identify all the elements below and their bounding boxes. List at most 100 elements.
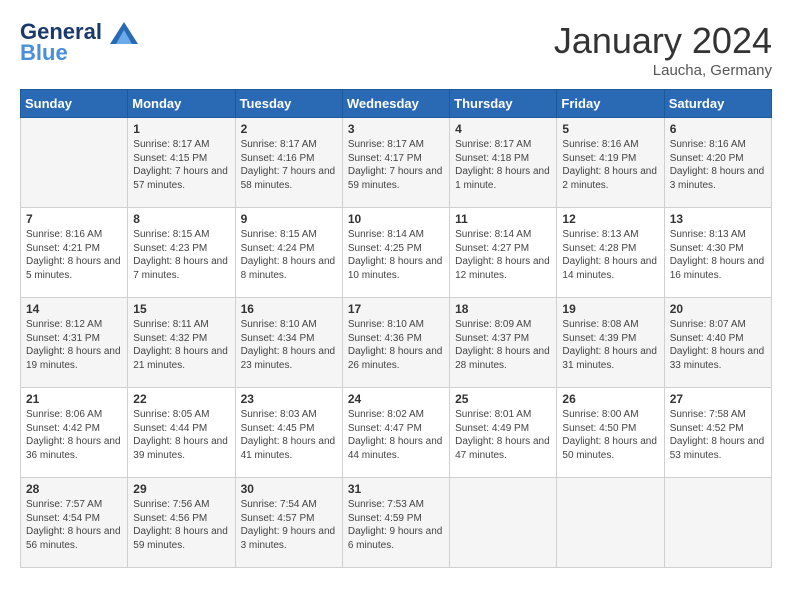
day-content: Sunrise: 8:15 AM Sunset: 4:23 PM Dayligh… <box>133 228 229 282</box>
calendar-week-2: 7 Sunrise: 8:16 AM Sunset: 4:21 PM Daylig… <box>21 208 772 298</box>
calendar-cell: 16 Sunrise: 8:10 AM Sunset: 4:34 PM Dayli… <box>235 298 342 388</box>
day-content: Sunrise: 7:56 AM Sunset: 4:56 PM Dayligh… <box>133 498 229 552</box>
calendar-week-4: 21Sunrise: 8:06 AM Sunset: 4:42 PM Dayli… <box>21 388 772 478</box>
calendar-cell: 31 Sunrise: 7:53 AM Sunset: 4:59 PM Dayli… <box>342 478 449 568</box>
day-content: Sunrise: 7:54 AM Sunset: 4:57 PM Dayligh… <box>241 498 337 552</box>
day-content: Sunrise: 7:58 AM Sunset: 4:52 PM Dayligh… <box>670 408 766 462</box>
calendar-header: SundayMondayTuesdayWednesdayThursdayFrid… <box>21 90 772 118</box>
day-content: Sunrise: 8:02 AM Sunset: 4:47 PM Dayligh… <box>348 408 444 462</box>
day-content: Sunrise: 8:13 AM Sunset: 4:28 PM Dayligh… <box>562 228 658 282</box>
calendar-cell <box>450 478 557 568</box>
calendar-cell: 21Sunrise: 8:06 AM Sunset: 4:42 PM Dayli… <box>21 388 128 478</box>
logo: General Blue <box>20 20 138 66</box>
calendar-cell: 13Sunrise: 8:13 AM Sunset: 4:30 PM Dayli… <box>664 208 771 298</box>
day-number: 16 <box>241 302 337 316</box>
calendar-cell: 3 Sunrise: 8:17 AM Sunset: 4:17 PM Daylig… <box>342 118 449 208</box>
calendar-cell: 12 Sunrise: 8:13 AM Sunset: 4:28 PM Dayli… <box>557 208 664 298</box>
page-header: General Blue January 2024 Laucha, German… <box>20 20 772 79</box>
day-content: Sunrise: 7:53 AM Sunset: 4:59 PM Dayligh… <box>348 498 444 552</box>
day-number: 3 <box>348 122 444 136</box>
day-content: Sunrise: 8:17 AM Sunset: 4:15 PM Dayligh… <box>133 138 229 192</box>
calendar-cell: 11 Sunrise: 8:14 AM Sunset: 4:27 PM Dayli… <box>450 208 557 298</box>
day-content: Sunrise: 8:00 AM Sunset: 4:50 PM Dayligh… <box>562 408 658 462</box>
calendar-cell: 1 Sunrise: 8:17 AM Sunset: 4:15 PM Daylig… <box>128 118 235 208</box>
day-header-thursday: Thursday <box>450 90 557 118</box>
day-number: 20 <box>670 302 766 316</box>
day-content: Sunrise: 8:11 AM Sunset: 4:32 PM Dayligh… <box>133 318 229 372</box>
calendar-cell: 20 Sunrise: 8:07 AM Sunset: 4:40 PM Dayli… <box>664 298 771 388</box>
day-content: Sunrise: 8:17 AM Sunset: 4:16 PM Dayligh… <box>241 138 337 192</box>
day-number: 23 <box>241 392 337 406</box>
day-header-wednesday: Wednesday <box>342 90 449 118</box>
calendar-cell: 7 Sunrise: 8:16 AM Sunset: 4:21 PM Daylig… <box>21 208 128 298</box>
logo-icon <box>110 22 138 44</box>
day-number: 4 <box>455 122 551 136</box>
day-number: 5 <box>562 122 658 136</box>
calendar-cell: 6 Sunrise: 8:16 AM Sunset: 4:20 PM Daylig… <box>664 118 771 208</box>
day-number: 28 <box>26 482 122 496</box>
day-content: Sunrise: 8:09 AM Sunset: 4:37 PM Dayligh… <box>455 318 551 372</box>
day-number: 6 <box>670 122 766 136</box>
header-row: SundayMondayTuesdayWednesdayThursdayFrid… <box>21 90 772 118</box>
day-number: 19 <box>562 302 658 316</box>
day-content: Sunrise: 8:06 AM Sunset: 4:42 PM Dayligh… <box>26 408 122 462</box>
day-header-friday: Friday <box>557 90 664 118</box>
day-number: 29 <box>133 482 229 496</box>
day-number: 1 <box>133 122 229 136</box>
title-block: January 2024 Laucha, Germany <box>554 20 772 79</box>
month-year-title: January 2024 <box>554 20 772 62</box>
day-content: Sunrise: 8:12 AM Sunset: 4:31 PM Dayligh… <box>26 318 122 372</box>
calendar-cell: 18 Sunrise: 8:09 AM Sunset: 4:37 PM Dayli… <box>450 298 557 388</box>
day-content: Sunrise: 8:14 AM Sunset: 4:25 PM Dayligh… <box>348 228 444 282</box>
calendar-cell: 28 Sunrise: 7:57 AM Sunset: 4:54 PM Dayli… <box>21 478 128 568</box>
calendar-cell: 10 Sunrise: 8:14 AM Sunset: 4:25 PM Dayli… <box>342 208 449 298</box>
day-number: 14 <box>26 302 122 316</box>
calendar-cell: 5 Sunrise: 8:16 AM Sunset: 4:19 PM Daylig… <box>557 118 664 208</box>
day-number: 22 <box>133 392 229 406</box>
day-number: 7 <box>26 212 122 226</box>
day-content: Sunrise: 8:15 AM Sunset: 4:24 PM Dayligh… <box>241 228 337 282</box>
day-header-saturday: Saturday <box>664 90 771 118</box>
calendar-cell: 24 Sunrise: 8:02 AM Sunset: 4:47 PM Dayli… <box>342 388 449 478</box>
calendar-cell: 30 Sunrise: 7:54 AM Sunset: 4:57 PM Dayli… <box>235 478 342 568</box>
day-number: 25 <box>455 392 551 406</box>
calendar-cell: 23Sunrise: 8:03 AM Sunset: 4:45 PM Dayli… <box>235 388 342 478</box>
calendar-week-5: 28 Sunrise: 7:57 AM Sunset: 4:54 PM Dayli… <box>21 478 772 568</box>
calendar-cell: 2 Sunrise: 8:17 AM Sunset: 4:16 PM Daylig… <box>235 118 342 208</box>
calendar-cell: 26 Sunrise: 8:00 AM Sunset: 4:50 PM Dayli… <box>557 388 664 478</box>
day-number: 9 <box>241 212 337 226</box>
day-number: 26 <box>562 392 658 406</box>
location-subtitle: Laucha, Germany <box>554 62 772 79</box>
day-content: Sunrise: 8:05 AM Sunset: 4:44 PM Dayligh… <box>133 408 229 462</box>
calendar-cell: 22 Sunrise: 8:05 AM Sunset: 4:44 PM Dayli… <box>128 388 235 478</box>
calendar-cell <box>21 118 128 208</box>
calendar-week-1: 1 Sunrise: 8:17 AM Sunset: 4:15 PM Daylig… <box>21 118 772 208</box>
day-number: 2 <box>241 122 337 136</box>
day-number: 10 <box>348 212 444 226</box>
day-content: Sunrise: 8:10 AM Sunset: 4:34 PM Dayligh… <box>241 318 337 372</box>
day-content: Sunrise: 8:16 AM Sunset: 4:19 PM Dayligh… <box>562 138 658 192</box>
day-header-monday: Monday <box>128 90 235 118</box>
calendar-cell: 17Sunrise: 8:10 AM Sunset: 4:36 PM Dayli… <box>342 298 449 388</box>
day-number: 11 <box>455 212 551 226</box>
day-content: Sunrise: 8:16 AM Sunset: 4:21 PM Dayligh… <box>26 228 122 282</box>
day-number: 12 <box>562 212 658 226</box>
day-number: 31 <box>348 482 444 496</box>
day-number: 30 <box>241 482 337 496</box>
day-content: Sunrise: 8:17 AM Sunset: 4:17 PM Dayligh… <box>348 138 444 192</box>
calendar-cell: 4Sunrise: 8:17 AM Sunset: 4:18 PM Daylig… <box>450 118 557 208</box>
day-number: 13 <box>670 212 766 226</box>
day-number: 17 <box>348 302 444 316</box>
calendar-cell: 15Sunrise: 8:11 AM Sunset: 4:32 PM Dayli… <box>128 298 235 388</box>
calendar-table: SundayMondayTuesdayWednesdayThursdayFrid… <box>20 89 772 568</box>
calendar-cell: 29 Sunrise: 7:56 AM Sunset: 4:56 PM Dayli… <box>128 478 235 568</box>
day-number: 24 <box>348 392 444 406</box>
day-content: Sunrise: 8:07 AM Sunset: 4:40 PM Dayligh… <box>670 318 766 372</box>
calendar-cell: 25Sunrise: 8:01 AM Sunset: 4:49 PM Dayli… <box>450 388 557 478</box>
day-content: Sunrise: 7:57 AM Sunset: 4:54 PM Dayligh… <box>26 498 122 552</box>
day-content: Sunrise: 8:16 AM Sunset: 4:20 PM Dayligh… <box>670 138 766 192</box>
day-content: Sunrise: 8:14 AM Sunset: 4:27 PM Dayligh… <box>455 228 551 282</box>
day-number: 18 <box>455 302 551 316</box>
calendar-week-3: 14 Sunrise: 8:12 AM Sunset: 4:31 PM Dayli… <box>21 298 772 388</box>
calendar-cell: 9 Sunrise: 8:15 AM Sunset: 4:24 PM Daylig… <box>235 208 342 298</box>
